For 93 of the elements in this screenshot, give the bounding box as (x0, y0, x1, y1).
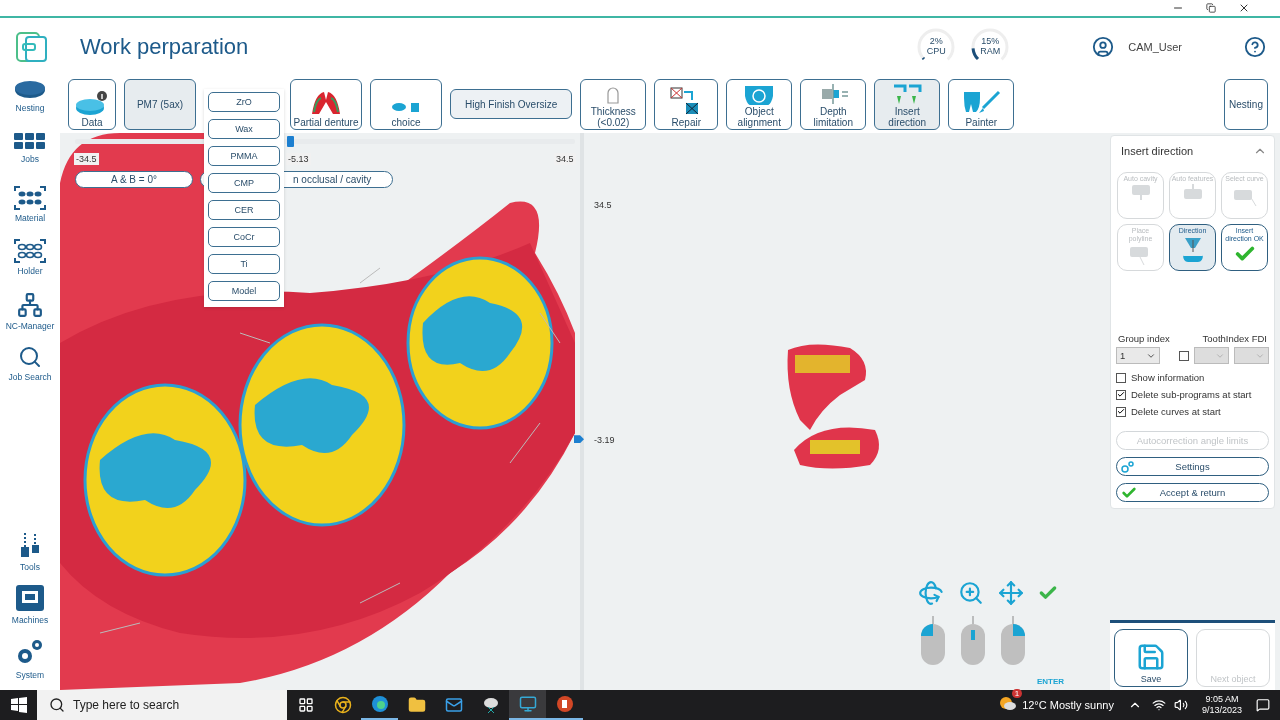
menu-item[interactable]: Ti (208, 253, 280, 274)
checkbox[interactable] (1116, 389, 1126, 400)
panel-button[interactable]: Settings (1116, 457, 1269, 476)
disc-info-icon (75, 89, 109, 116)
network-icon[interactable] (1151, 698, 1166, 712)
meter-label: CPU (926, 46, 946, 57)
holder-tray-icon (14, 239, 46, 263)
search-icon (18, 345, 42, 369)
sidebar-item[interactable]: Jobs (14, 133, 46, 186)
toolbar-button[interactable]: Depth limitation (800, 78, 867, 130)
sidebar-item[interactable]: Job Search (8, 345, 52, 398)
page-title: Work perparation (80, 33, 250, 60)
zoom-icon (958, 580, 984, 606)
close-icon[interactable] (1238, 2, 1250, 14)
mouse-icon (1000, 616, 1026, 666)
sidebar-item[interactable]: Tools (18, 531, 42, 584)
restore-icon[interactable] (1206, 3, 1216, 13)
menu-item[interactable]: CER (208, 199, 280, 220)
toolbar-button[interactable]: Object alignment (726, 78, 793, 130)
rotate-icon (918, 580, 944, 606)
hierarchy-icon (17, 292, 43, 318)
height-max-label: 34.5 (594, 200, 612, 210)
toolbar-button[interactable]: Nesting (1224, 78, 1268, 130)
move-arrows-icon (998, 580, 1024, 606)
sidebar-item[interactable]: Material (14, 186, 46, 239)
panel-button[interactable]: Accept & return (1116, 483, 1269, 502)
search-icon[interactable] (49, 697, 65, 713)
checkbox-label: Delete sub-programs at start (1131, 389, 1252, 400)
toolbar-button[interactable]: Thickness (<0.02) (580, 78, 647, 130)
settings-icon (1121, 460, 1135, 473)
toolbar-button[interactable]: choice (370, 78, 442, 130)
meter-value: 15% (981, 36, 1000, 47)
volume-icon[interactable] (1173, 698, 1188, 712)
stacked-trays-icon (14, 186, 46, 210)
view-button[interactable]: A & B = 0° (75, 171, 193, 188)
field-label: Group index (1118, 333, 1170, 344)
sidebar-item[interactable]: Nesting (14, 80, 46, 133)
app-icon[interactable] (509, 690, 546, 720)
tooth-icon (1182, 183, 1203, 200)
slider-min-label: -34.5 (74, 153, 99, 165)
height-slider-thumb[interactable] (574, 435, 584, 444)
panel-title: Insert direction (1121, 145, 1194, 157)
toolbar-button[interactable]: Insert direction (874, 78, 941, 130)
checkbox[interactable] (1179, 350, 1189, 361)
menu-item[interactable]: CMP (208, 172, 280, 193)
sidebar-item[interactable]: NC-Manager (5, 292, 55, 345)
weather-text: 12°C Mostly sunny (1022, 699, 1114, 711)
menu-item[interactable]: CoCr (208, 226, 280, 247)
clock-time: 9:05 AM (1205, 694, 1239, 705)
machine-icon (15, 584, 45, 612)
notifications-icon[interactable] (1256, 698, 1270, 712)
slider-track[interactable] (75, 139, 575, 144)
disc-icon (14, 80, 46, 100)
enter-label: ENTER (1037, 677, 1065, 686)
checkbox-label: Delete curves at start (1131, 406, 1221, 417)
taskbar-search-field[interactable]: Type here to search (37, 690, 287, 720)
grid-icon (14, 133, 46, 151)
footer-button[interactable]: Save (1114, 629, 1188, 687)
toolbar-button[interactable]: Data (68, 78, 116, 130)
clock-date: 9/13/2023 (1201, 705, 1242, 716)
user-icon[interactable] (1092, 35, 1115, 58)
user-name: CAM_User (1128, 40, 1182, 53)
weather-badge: 1 (1011, 689, 1023, 698)
menu-item[interactable]: PMMA (208, 145, 280, 166)
field-label: ToothIndex FDI (1202, 333, 1267, 344)
menu-item[interactable]: ZrO (208, 91, 280, 112)
sidebar-item[interactable]: System (15, 637, 45, 690)
mouse-icon (960, 616, 986, 666)
group-index-select[interactable]: 1 (1116, 347, 1160, 364)
checkbox[interactable] (1116, 406, 1126, 417)
checkbox[interactable] (1116, 372, 1126, 383)
toolbar-button[interactable]: Painter (948, 78, 1015, 130)
toolbar-button[interactable]: High Finish Oversize (450, 89, 573, 119)
drill-bits-icon (18, 531, 42, 559)
toolbar-button[interactable]: PM7 (5ax) (124, 78, 196, 130)
menu-item[interactable]: Model (208, 280, 280, 301)
sidebar-item[interactable]: Machines (11, 584, 49, 637)
slider-max-label: 34.5 (554, 153, 576, 165)
checkbox-label: Show information (1131, 372, 1205, 383)
help-icon[interactable] (1244, 35, 1266, 58)
sidebar-item[interactable]: Holder (14, 239, 46, 292)
slider-thumb[interactable] (287, 136, 294, 147)
mouse-icon (920, 616, 946, 666)
toolbar-button[interactable]: Partial denture (290, 78, 362, 130)
tooth-icon (1130, 183, 1151, 200)
meter-label: RAM (980, 46, 1001, 57)
slider-value-label: -5.13 (286, 153, 311, 165)
toolbar-button[interactable]: Repair (654, 78, 719, 130)
bell-outline-icon (605, 84, 622, 105)
menu-item[interactable]: Wax (208, 118, 280, 139)
height-value-label: -3.19 (594, 435, 615, 446)
meter-value: 2% (929, 36, 943, 47)
weather-icon (998, 695, 1017, 711)
